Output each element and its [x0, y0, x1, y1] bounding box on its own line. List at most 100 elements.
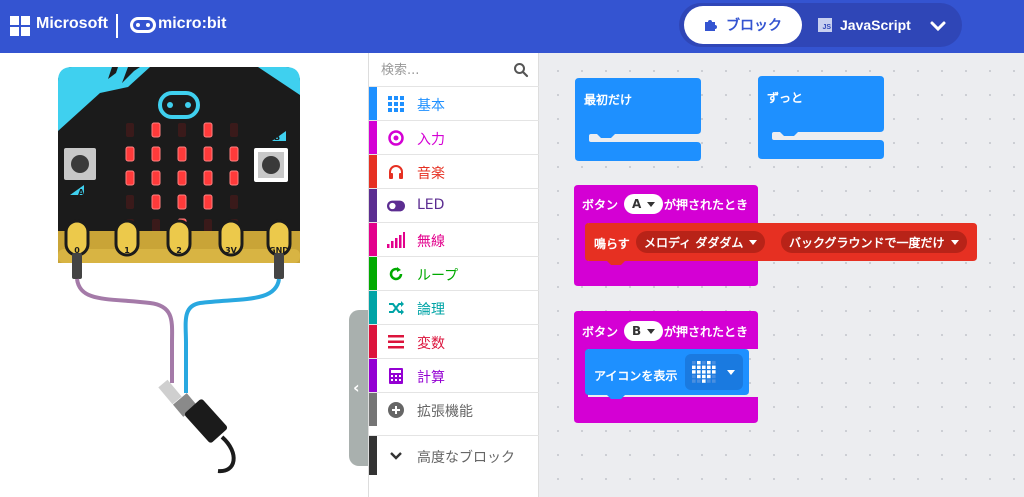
button-b-value: B — [632, 324, 642, 338]
icon-pixel — [702, 361, 706, 365]
tab-javascript[interactable]: JS JavaScript — [818, 6, 918, 44]
led — [151, 194, 161, 210]
category-label: 無線 — [417, 234, 445, 250]
show-icon-label: アイコンを表示 — [594, 369, 678, 383]
category-logic[interactable]: 論理 — [369, 290, 539, 324]
search-icon[interactable] — [513, 62, 529, 78]
event-prefix-label: ボタン — [582, 325, 619, 339]
icon-pixel — [702, 370, 706, 374]
led — [203, 170, 213, 186]
icon-pixel — [692, 365, 696, 369]
circle-dot-icon — [387, 129, 405, 147]
category-led[interactable]: LED — [369, 188, 539, 222]
refresh-icon — [387, 265, 405, 283]
js-icon: JS — [818, 18, 832, 32]
simulator-panel: A B 0 1 2 3V GND — [0, 53, 368, 497]
icon-pixel — [707, 379, 711, 383]
led — [203, 194, 213, 210]
pin-label: 3V — [225, 246, 238, 255]
category-advanced[interactable]: 高度なブロック — [369, 435, 539, 475]
led — [229, 146, 239, 162]
category-extensions[interactable]: 拡張機能 — [369, 392, 539, 426]
led — [230, 123, 238, 137]
category-input[interactable]: 入力 — [369, 120, 539, 154]
led — [177, 194, 187, 210]
led — [151, 170, 161, 186]
category-loops[interactable]: ループ — [369, 256, 539, 290]
playback-mode-dropdown[interactable]: バックグラウンドで一度だけ — [781, 231, 967, 253]
category-label: 入力 — [417, 132, 445, 148]
chevron-down-icon[interactable] — [926, 14, 950, 38]
category-label: 基本 — [417, 98, 445, 114]
blocks-workspace[interactable]: 最初だけ ずっと ボタン A が押されたとき 鳴らす メロディ ダダダム バック… — [540, 53, 1024, 497]
category-label: 論理 — [417, 302, 445, 318]
led — [178, 123, 186, 137]
event-suffix-label: が押されたとき — [664, 325, 749, 339]
on-start-label: 最初だけ — [584, 93, 633, 107]
category-label: 変数 — [417, 336, 445, 352]
icon-pixel — [712, 365, 716, 369]
search-input[interactable] — [381, 61, 511, 79]
category-basic[interactable]: 基本 — [369, 86, 539, 120]
list-lines-icon — [387, 333, 405, 351]
icon-picker-dropdown[interactable] — [685, 354, 743, 390]
playback-mode-value: バックグラウンドで一度だけ — [789, 235, 945, 250]
icon-pixel — [707, 370, 711, 374]
microsoft-logo-icon — [10, 16, 30, 36]
microsoft-brand[interactable]: Microsoft — [36, 15, 108, 33]
caret-down-icon — [727, 370, 735, 375]
header-divider — [116, 14, 118, 38]
category-label: 高度なブロック — [417, 450, 515, 466]
tab-javascript-label: JavaScript — [840, 17, 911, 33]
category-variables[interactable]: 変数 — [369, 324, 539, 358]
icon-pixel — [702, 365, 706, 369]
led — [151, 122, 161, 138]
caret-down-icon — [647, 328, 656, 334]
puzzle-icon — [705, 20, 717, 31]
button-a-dropdown[interactable]: A — [624, 194, 664, 214]
button-a-value: A — [632, 197, 642, 211]
headphone-jack-icon — [158, 379, 236, 474]
tab-blocks[interactable]: ブロック — [684, 6, 802, 44]
heart-icon — [692, 361, 716, 383]
microbit-brand[interactable]: micro:bit — [158, 15, 226, 33]
icon-pixel — [707, 361, 711, 365]
category-music[interactable]: 音楽 — [369, 154, 539, 188]
toolbox-search — [369, 53, 539, 86]
icon-pixel — [702, 379, 706, 383]
tab-blocks-label: ブロック — [726, 18, 782, 34]
button-b-dropdown[interactable]: B — [624, 321, 664, 341]
led — [203, 122, 213, 138]
category-radio[interactable]: 無線 — [369, 222, 539, 256]
icon-pixel — [697, 370, 701, 374]
event-suffix-label: が押されたとき — [664, 198, 749, 212]
led — [152, 219, 160, 233]
toggle-icon — [387, 197, 405, 215]
category-math[interactable]: 計算 — [369, 358, 539, 392]
microbit-logo-icon — [130, 17, 156, 33]
chevron-down-icon — [390, 452, 402, 460]
pin-label: 1 — [124, 246, 130, 255]
icon-pixel — [692, 370, 696, 374]
led — [151, 146, 161, 162]
icon-pixel — [697, 361, 701, 365]
caret-down-icon — [647, 201, 656, 207]
event-prefix-label: ボタン — [582, 198, 619, 212]
icon-pixel — [707, 365, 711, 369]
chevron-left-icon: ‹ — [353, 378, 360, 397]
melody-dropdown[interactable]: メロディ ダダダム — [636, 231, 766, 253]
collapse-simulator-button[interactable]: ‹ — [349, 310, 368, 466]
led — [177, 146, 187, 162]
icon-pixel — [707, 374, 711, 379]
forever-label: ずっと — [767, 91, 804, 105]
microbit-board[interactable]: A B 0 1 2 3V GND — [0, 53, 349, 497]
icon-pixel — [702, 374, 706, 379]
icon-pixel — [692, 374, 696, 379]
icon-pixel — [712, 370, 716, 374]
led — [126, 123, 134, 137]
play-label: 鳴らす — [594, 237, 630, 251]
led — [125, 146, 135, 162]
app-header: Microsoft micro:bit ブロック JS JavaScript — [0, 0, 1024, 53]
caret-down-icon — [950, 239, 959, 245]
category-label: 計算 — [417, 370, 445, 386]
